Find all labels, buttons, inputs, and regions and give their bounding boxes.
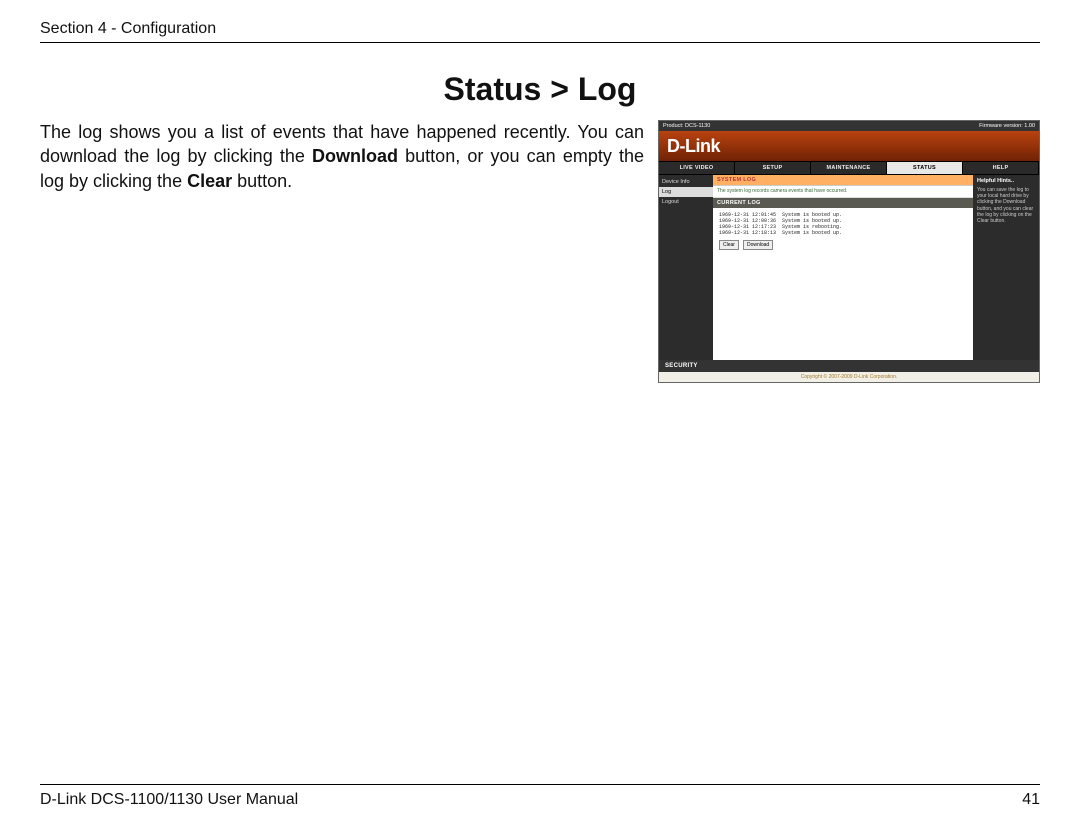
security-bar: SECURITY xyxy=(659,360,1039,372)
firmware-label: Firmware version: 1.00 xyxy=(979,123,1035,129)
download-button[interactable]: Download xyxy=(743,240,773,250)
router-screenshot: Product: DCS-1130 Firmware version: 1.00… xyxy=(658,120,1040,383)
page-title: Status > Log xyxy=(40,71,1040,108)
body-bold-download: Download xyxy=(312,146,398,166)
sidebar-item-device-info[interactable]: Device Info xyxy=(659,177,713,187)
main-panel: SYSTEM LOG The system log records camera… xyxy=(713,175,973,360)
panel-current-log: CURRENT LOG xyxy=(713,198,973,208)
brand-logo: D-Link xyxy=(667,136,720,157)
sidebar: Device Info Log Logout xyxy=(659,175,713,360)
help-body: You can save the log to your local hard … xyxy=(977,187,1035,225)
body-part3: button. xyxy=(232,171,292,191)
sidebar-item-logout[interactable]: Logout xyxy=(659,197,713,207)
body-bold-clear: Clear xyxy=(187,171,232,191)
brand-bar: D-Link xyxy=(659,131,1039,161)
help-title: Helpful Hints.. xyxy=(977,178,1035,185)
footer-left: D-Link DCS-1100/1130 User Manual xyxy=(40,791,298,809)
main-tabs: LIVE VIDEO SETUP MAINTENANCE STATUS HELP xyxy=(659,161,1039,175)
copyright-line: Copyright © 2007-2009 D-Link Corporation… xyxy=(659,372,1039,382)
tab-maintenance[interactable]: MAINTENANCE xyxy=(811,162,887,174)
panel-system-log: SYSTEM LOG xyxy=(713,175,973,186)
log-output: 1969-12-31 12:01:45 System is booted up.… xyxy=(713,208,973,360)
panel-description: The system log records camera events tha… xyxy=(713,186,973,198)
log-line: 1969-12-31 12:18:13 System is booted up. xyxy=(719,230,967,236)
tab-setup[interactable]: SETUP xyxy=(735,162,811,174)
section-header: Section 4 - Configuration xyxy=(40,20,1040,43)
clear-button[interactable]: Clear xyxy=(719,240,739,250)
help-panel: Helpful Hints.. You can save the log to … xyxy=(973,175,1039,360)
page-number: 41 xyxy=(1022,791,1040,809)
tab-status[interactable]: STATUS xyxy=(887,162,963,174)
product-label: Product: DCS-1130 xyxy=(663,123,710,129)
sidebar-item-log[interactable]: Log xyxy=(659,187,713,197)
body-paragraph: The log shows you a list of events that … xyxy=(40,120,644,193)
tab-live-video[interactable]: LIVE VIDEO xyxy=(659,162,735,174)
tab-help[interactable]: HELP xyxy=(963,162,1039,174)
